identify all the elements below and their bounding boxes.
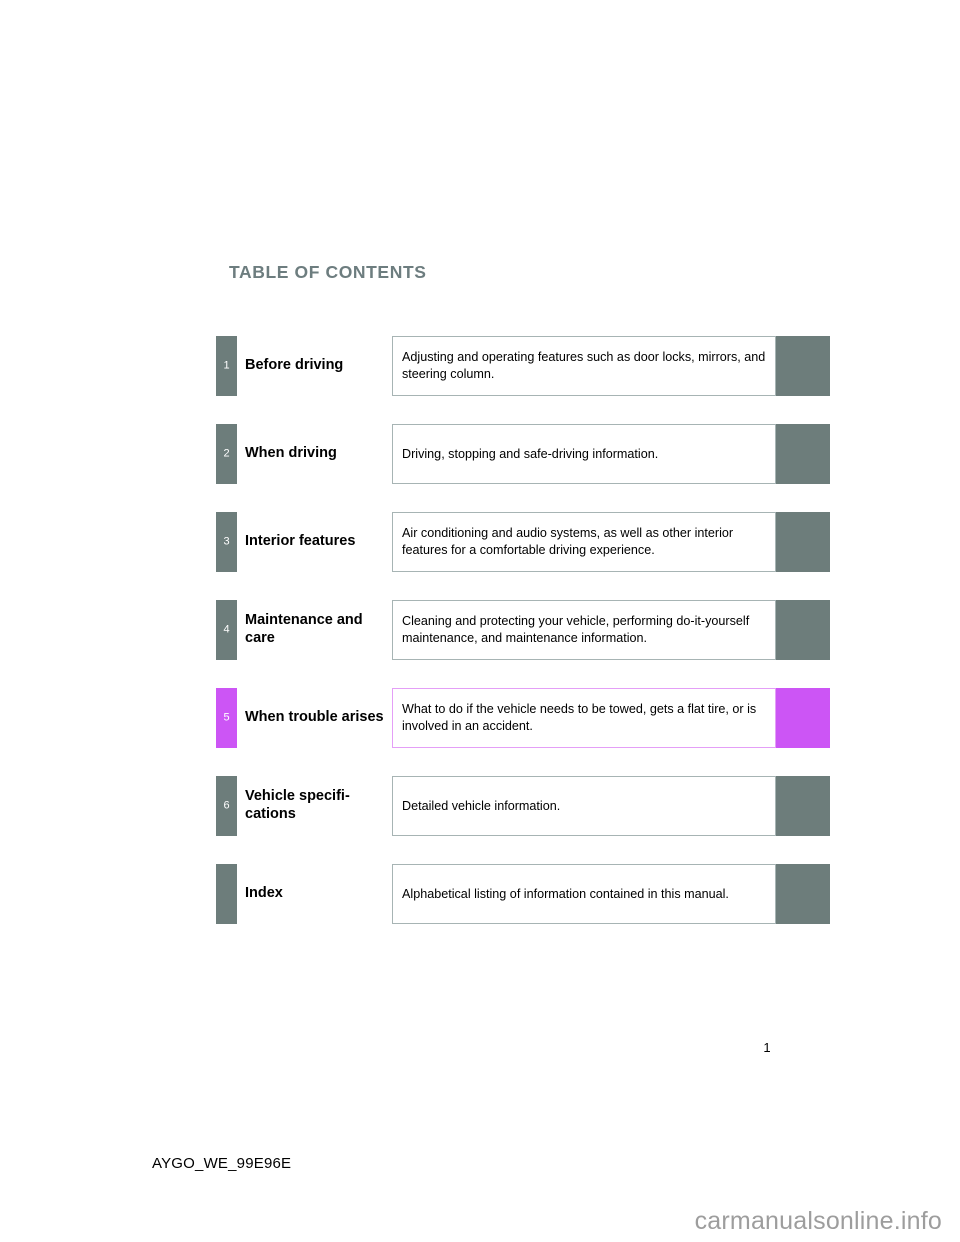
toc-row[interactable]: 3 Interior features Air conditioning and a… <box>216 512 830 572</box>
chapter-description-box: Adjusting and operating features such as… <box>392 336 776 396</box>
chapter-thumb-index-block <box>776 864 830 924</box>
chapter-number: 3 <box>223 535 230 548</box>
chapter-description: Cleaning and protecting your vehicle, pe… <box>402 614 750 645</box>
chapter-number: 5 <box>223 711 230 724</box>
chapter-title[interactable]: Maintenance and care <box>245 600 391 660</box>
chapter-description-box: What to do if the vehicle needs to be to… <box>392 688 776 748</box>
chapter-title[interactable]: When driving <box>245 424 391 484</box>
chapter-number: 1 <box>223 359 230 372</box>
chapter-number: 4 <box>223 623 230 636</box>
chapter-number-tab[interactable]: 6 <box>216 776 237 836</box>
chapter-title[interactable]: Before driving <box>245 336 391 396</box>
chapter-description-box: Cleaning and protecting your vehicle, pe… <box>392 600 776 660</box>
chapter-description: Detailed vehicle information. <box>402 798 561 813</box>
chapter-number-tab[interactable]: 2 <box>216 424 237 484</box>
toc-row[interactable]: 5 When trouble arises What to do if the ve… <box>216 688 830 748</box>
document-code: AYGO_WE_99E96E <box>152 1155 292 1172</box>
chapter-description-box: Alphabetical listing of information cont… <box>392 864 776 924</box>
chapter-description: Air conditioning and audio systems, as w… <box>402 526 734 557</box>
chapter-number-tab[interactable]: 3 <box>216 512 237 572</box>
chapter-number-tab[interactable]: 5 <box>216 688 237 748</box>
toc-row[interactable]: 6 Vehicle specifi-cations Detailed vehicle… <box>216 776 830 836</box>
chapter-number-tab[interactable] <box>216 864 237 924</box>
chapter-thumb-index-block <box>776 424 830 484</box>
chapter-description-box: Air conditioning and audio systems, as w… <box>392 512 776 572</box>
chapter-number: 2 <box>223 447 230 460</box>
chapter-number-tab[interactable]: 1 <box>216 336 237 396</box>
chapter-thumb-index-block <box>776 512 830 572</box>
toc-row[interactable]: 1 Before driving Adjusting and operating f… <box>216 336 830 396</box>
table-of-contents: 1 Before driving Adjusting and operating f… <box>216 336 830 924</box>
chapter-thumb-index-block <box>776 776 830 836</box>
chapter-description: Driving, stopping and safe-driving infor… <box>402 446 659 461</box>
chapter-thumb-index-block <box>776 688 830 748</box>
chapter-title[interactable]: Vehicle specifi-cations <box>245 776 391 836</box>
chapter-title[interactable]: When trouble arises <box>245 688 391 748</box>
chapter-description: Adjusting and operating features such as… <box>402 350 766 381</box>
chapter-number: 6 <box>223 799 230 812</box>
toc-row[interactable]: 2 When driving Driving, stopping and safe-… <box>216 424 830 484</box>
page-number: 1 <box>763 1040 771 1055</box>
chapter-description-box: Driving, stopping and safe-driving infor… <box>392 424 776 484</box>
chapter-title[interactable]: Index <box>245 864 391 924</box>
page-title: TABLE OF CONTENTS <box>229 262 427 282</box>
toc-row[interactable]: 4 Maintenance and care Cleaning and protec… <box>216 600 830 660</box>
chapter-description-box: Detailed vehicle information. <box>392 776 776 836</box>
chapter-description: What to do if the vehicle needs to be to… <box>402 702 757 733</box>
watermark: carmanualsonline.info <box>694 1207 942 1235</box>
chapter-title[interactable]: Interior features <box>245 512 391 572</box>
chapter-number-tab[interactable]: 4 <box>216 600 237 660</box>
chapter-description: Alphabetical listing of information cont… <box>402 886 729 901</box>
chapter-thumb-index-block <box>776 336 830 396</box>
toc-row[interactable]: Index Alphabetical listing of information… <box>216 864 830 924</box>
chapter-thumb-index-block <box>776 600 830 660</box>
